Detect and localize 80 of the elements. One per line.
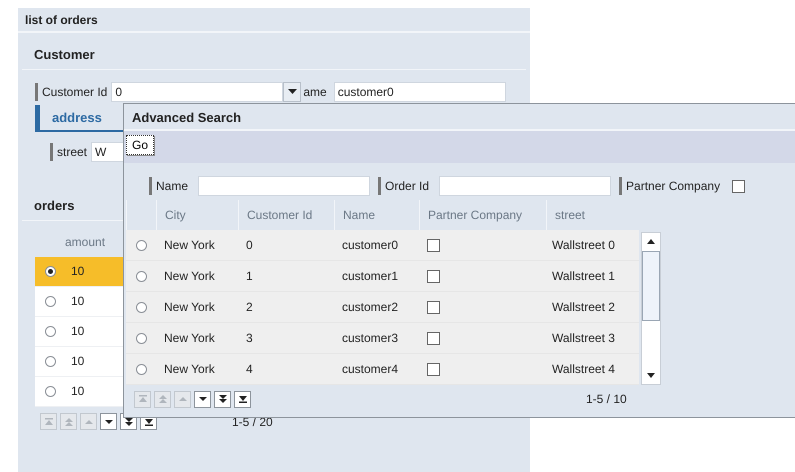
first-page-icon — [44, 416, 54, 426]
pager-next-button[interactable] — [194, 390, 211, 408]
table-cell: customer4 — [342, 362, 398, 376]
radio-button[interactable] — [44, 326, 56, 336]
pager-next-page-button[interactable] — [214, 390, 231, 408]
pager-range: 1-5 / 10 — [586, 391, 627, 408]
table-cell: New York — [164, 300, 215, 314]
table-cell-text: 10 — [70, 293, 84, 310]
last-page-icon — [144, 416, 154, 426]
double-down-arrow-icon — [124, 416, 134, 426]
scrollbar[interactable] — [641, 232, 661, 385]
column-header: street — [555, 207, 586, 224]
table-row[interactable]: New York 0 customer0 Wallstreet 0 — [126, 230, 639, 261]
customer-id-field[interactable]: 0 — [111, 82, 284, 102]
panel-title: list of orders — [18, 8, 530, 33]
double-up-arrow-icon — [158, 394, 168, 404]
down-arrow-icon — [198, 394, 208, 404]
table-cell: Wallstreet 1 — [552, 269, 615, 283]
checkbox[interactable] — [427, 238, 440, 252]
checkbox[interactable] — [427, 300, 440, 314]
table-cell: Wallstreet 4 — [552, 362, 615, 376]
table-cell: customer1 — [342, 269, 398, 283]
table-cell: 2 — [246, 300, 253, 314]
checkbox[interactable] — [427, 362, 440, 376]
up-arrow-icon — [178, 394, 188, 404]
name-field[interactable]: customer0 — [334, 82, 506, 102]
scroll-thumb[interactable] — [642, 251, 660, 321]
first-page-icon — [138, 394, 148, 404]
table-cell: customer2 — [342, 300, 398, 314]
table-cell: customer3 — [342, 331, 398, 345]
caret-icon — [288, 88, 297, 94]
table-cell: New York — [164, 331, 215, 345]
radio-button[interactable] — [44, 266, 56, 276]
double-down-arrow-icon — [218, 394, 228, 404]
pager-last-button[interactable] — [234, 390, 251, 408]
radio-button[interactable] — [44, 386, 56, 396]
table-cell: New York — [164, 238, 215, 252]
go-button[interactable]: Go — [126, 135, 154, 155]
checkbox[interactable] — [427, 270, 440, 282]
table-row[interactable]: New York 3 customer3 Wallstreet 3 — [126, 323, 639, 354]
table-cell: New York — [164, 269, 215, 283]
pager-next-button[interactable] — [100, 413, 117, 430]
table-cell-text: 10 — [70, 323, 84, 340]
field-label: Customer Id — [35, 82, 108, 100]
radio-button[interactable] — [136, 364, 146, 374]
table-cell: 0 — [246, 238, 253, 252]
double-up-arrow-icon — [64, 416, 74, 426]
table-cell: 1 — [246, 269, 253, 283]
last-page-icon — [238, 394, 248, 404]
table-cell: 3 — [246, 331, 253, 345]
column-header: amount — [65, 234, 106, 250]
section-title: Customer — [22, 33, 526, 70]
radio-button[interactable] — [136, 270, 146, 282]
field-label: Order Id — [378, 177, 430, 195]
radio-button[interactable] — [136, 240, 146, 250]
table-cell: Wallstreet 3 — [552, 331, 615, 345]
dropdown-button[interactable] — [283, 82, 302, 102]
table-cell: 4 — [246, 362, 253, 376]
table-row[interactable]: New York 4 customer4 Wallstreet 4 — [126, 354, 639, 385]
table-row[interactable]: New York 2 customer2 Wallstreet 2 — [126, 292, 639, 323]
table-cell-text: 10 — [70, 263, 84, 280]
checkbox[interactable] — [427, 332, 440, 344]
table-row[interactable]: New York 1 customer1 Wallstreet 1 — [126, 261, 639, 292]
field-label: Name — [149, 177, 188, 195]
table-cell: Wallstreet 2 — [552, 300, 615, 314]
radio-button[interactable] — [136, 302, 146, 312]
table-cell-text: 10 — [70, 383, 84, 400]
table-cell: New York — [164, 362, 215, 376]
field-label: street — [50, 143, 88, 161]
radio-button[interactable] — [136, 332, 146, 344]
checkbox[interactable] — [732, 180, 746, 192]
table-cell-text: 10 — [70, 353, 84, 370]
field-label: ame — [303, 84, 327, 100]
radio-button[interactable] — [44, 356, 56, 366]
text-field[interactable] — [198, 176, 370, 196]
text-field[interactable] — [439, 176, 612, 196]
table-cell: Wallstreet 0 — [552, 238, 615, 252]
radio-button[interactable] — [44, 296, 56, 306]
field-label: Partner Company — [619, 177, 720, 195]
table-cell: customer0 — [342, 238, 398, 252]
